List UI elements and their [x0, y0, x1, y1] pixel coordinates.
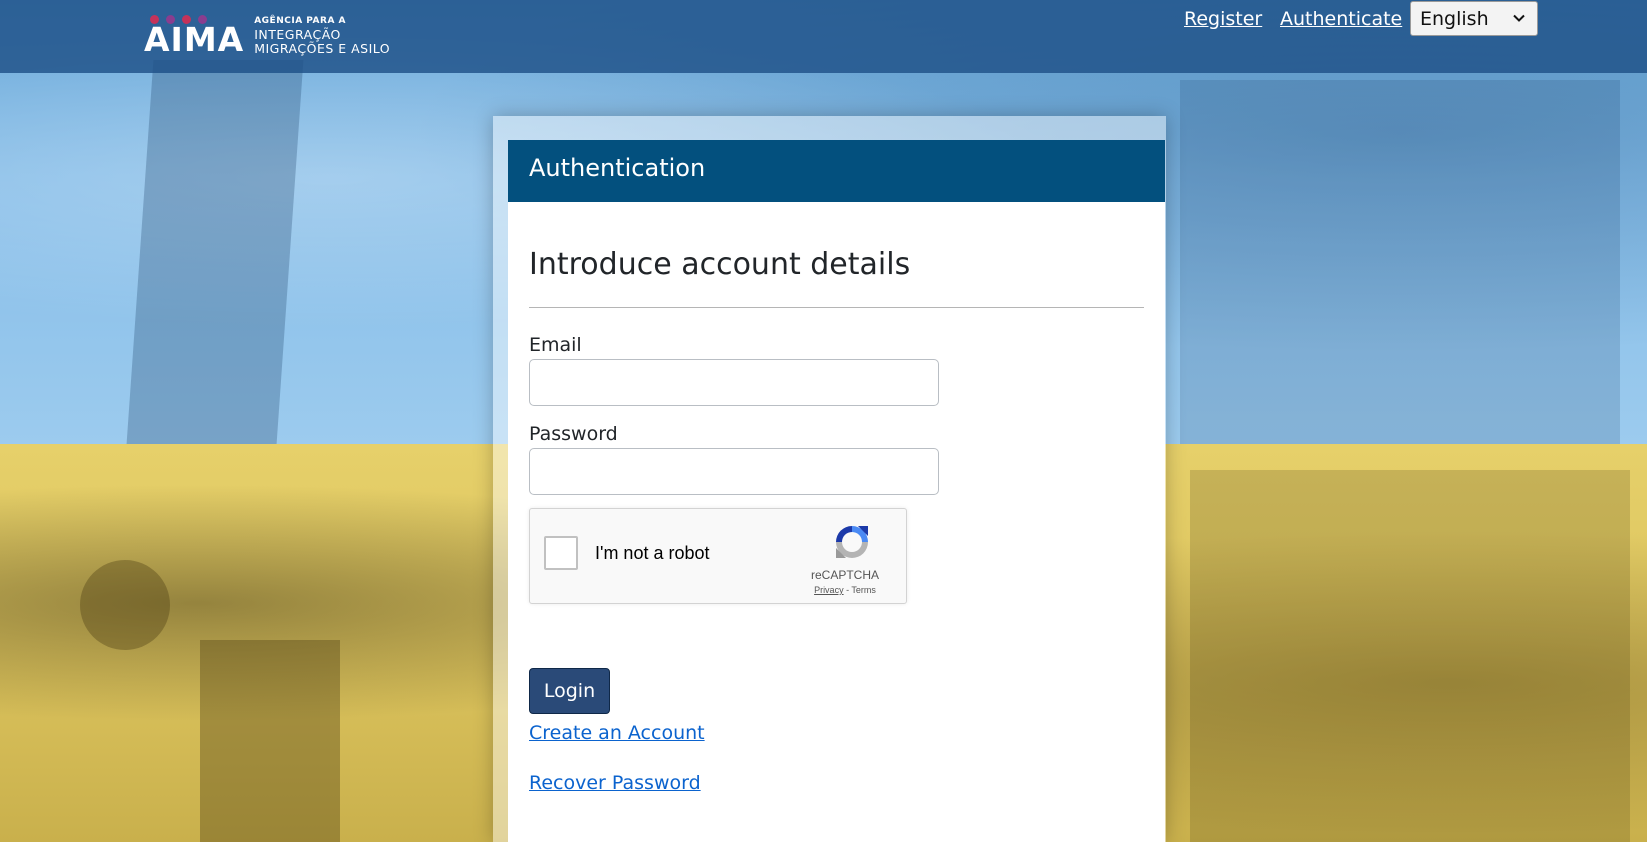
create-account-link[interactable]: Create an Account	[529, 722, 705, 744]
recaptcha-checkbox[interactable]	[544, 536, 578, 570]
register-link[interactable]: Register	[1184, 8, 1262, 30]
logo-line-1: AGÊNCIA PARA A	[254, 16, 347, 26]
card-header: Authentication	[508, 140, 1165, 202]
email-field[interactable]	[529, 359, 939, 406]
recaptcha-brand: reCAPTCHA	[810, 568, 879, 582]
logo-line-2: INTEGRAÇÃO	[254, 27, 341, 42]
logo-wordmark: AIMA	[144, 13, 244, 56]
logo-line-3: MIGRAÇÕES E ASILO	[254, 41, 391, 56]
section-divider	[529, 307, 1144, 308]
logo-dot-1	[150, 15, 159, 24]
background-figure-shape	[126, 60, 304, 444]
password-label: Password	[529, 423, 618, 445]
recaptcha-logo-icon	[836, 526, 868, 558]
recaptcha-label: I'm not a robot	[595, 543, 710, 563]
background-watch-shape	[80, 560, 170, 650]
language-selected-value: English	[1420, 7, 1489, 30]
top-header: AIMA AGÊNCIA PARA A INTEGRAÇÃO MIGRAÇÕES…	[0, 0, 1647, 73]
background-building-shape	[1180, 80, 1620, 444]
logo-dots	[150, 15, 207, 24]
logo-dot-4	[198, 15, 207, 24]
logo-dot-2	[166, 15, 175, 24]
logo-dot-3	[182, 15, 191, 24]
recaptcha-widget: I'm not a robot reCAPTCHA Privacy - Term…	[529, 508, 907, 604]
login-button[interactable]: Login	[529, 668, 610, 714]
aima-logo[interactable]: AIMA AGÊNCIA PARA A INTEGRAÇÃO MIGRAÇÕES…	[144, 10, 390, 56]
recaptcha-privacy-link[interactable]: Privacy	[814, 585, 844, 595]
logo-agency-name: AGÊNCIA PARA A INTEGRAÇÃO MIGRAÇÕES E AS…	[254, 14, 390, 56]
background-building-lower-shape	[1190, 470, 1630, 842]
recaptcha-terms-link[interactable]: Terms	[851, 585, 876, 595]
section-title: Introduce account details	[529, 247, 911, 282]
password-field[interactable]	[529, 448, 939, 495]
page: AIMA AGÊNCIA PARA A INTEGRAÇÃO MIGRAÇÕES…	[0, 0, 1647, 842]
logo-word-text: AIMA	[144, 20, 245, 59]
background-bag-shape	[200, 640, 340, 842]
authenticate-link[interactable]: Authenticate	[1280, 8, 1402, 30]
language-select[interactable]: English	[1410, 1, 1538, 36]
recaptcha-links: Privacy - Terms	[790, 585, 900, 595]
chevron-down-icon	[1513, 14, 1525, 22]
recover-password-link[interactable]: Recover Password	[529, 772, 701, 794]
email-label: Email	[529, 334, 582, 356]
authentication-card: Authentication Introduce account details…	[508, 140, 1165, 842]
